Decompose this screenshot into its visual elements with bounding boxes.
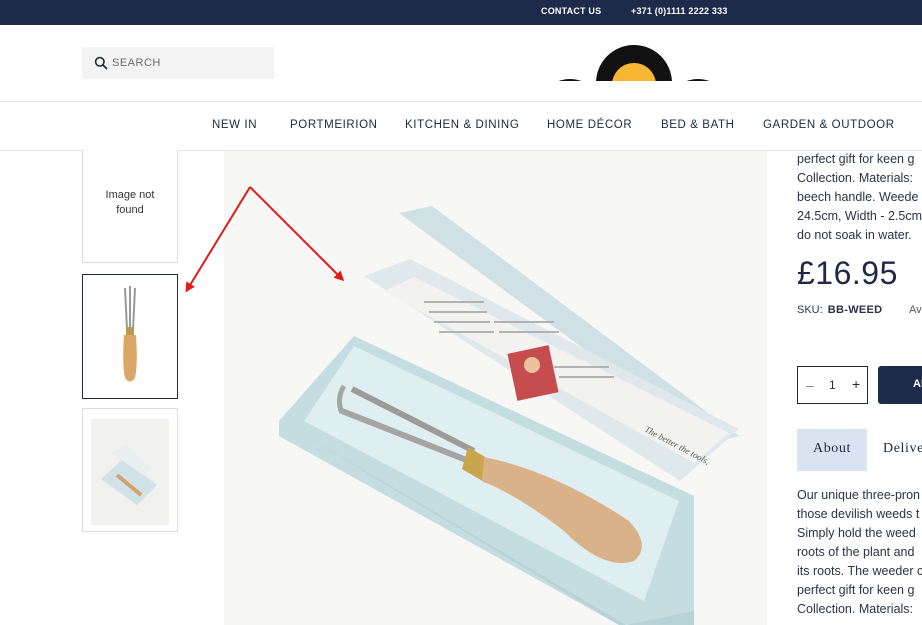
description-line: Collection. Materials: — [797, 602, 914, 616]
search-icon — [94, 56, 108, 70]
product-description-bottom: Our unique three-pron those devilish wee… — [797, 486, 922, 619]
description-line: 24.5cm, Width - 2.5cm — [797, 209, 922, 223]
description-line: Our unique three-pron — [797, 488, 920, 502]
sku-line: SKU: BB-WEED — [797, 304, 882, 316]
sku-label: SKU: — [797, 304, 823, 316]
quantity-value[interactable]: 1 — [829, 378, 836, 392]
description-line: do not soak in water. — [797, 228, 912, 242]
thumbnail-boxed[interactable] — [82, 408, 178, 532]
product-price: £16.95 — [797, 255, 898, 291]
weeder-thumbnail-image — [123, 286, 137, 382]
description-line: Collection. Materials: — [797, 171, 914, 185]
logo-graphic — [558, 45, 710, 81]
nav-item-kitchen-dining[interactable]: KITCHEN & DINING — [405, 119, 519, 131]
description-line: beech handle. Weede — [797, 190, 919, 204]
quantity-decrease-button[interactable]: – — [806, 377, 814, 393]
nav-item-new-in[interactable]: NEW IN — [212, 119, 257, 131]
product-description-top: perfect gift for keen g Collection. Mate… — [797, 150, 922, 245]
nav-item-portmeirion[interactable]: PORTMEIRION — [290, 119, 378, 131]
top-bar: CONTACT US +371 (0)1111 2222 333 — [0, 0, 922, 25]
weeder-gift-box-illustration: The better the tools, — [279, 206, 739, 625]
product-tabs: About Delive — [797, 429, 922, 471]
sku-value: BB-WEED — [827, 304, 883, 316]
description-line: perfect gift for keen g — [797, 583, 915, 597]
phone-number[interactable]: +371 (0)1111 2222 333 — [631, 6, 728, 16]
site-logo[interactable] — [548, 45, 718, 81]
availability-text: Av — [909, 304, 922, 316]
description-line: perfect gift for keen g — [797, 152, 915, 166]
quantity-stepper: – 1 + — [797, 366, 868, 404]
quantity-increase-button[interactable]: + — [852, 376, 860, 392]
tab-about[interactable]: About — [797, 429, 867, 471]
tab-delivery[interactable]: Delive — [883, 429, 922, 471]
description-line: roots of the plant and — [797, 545, 915, 559]
contact-us-link[interactable]: CONTACT US — [541, 6, 601, 16]
nav-item-bed-bath[interactable]: BED & BATH — [661, 119, 735, 131]
search-input[interactable] — [112, 54, 262, 72]
nav-item-garden-outdoor[interactable]: GARDEN & OUTDOOR — [763, 119, 895, 131]
search-box[interactable] — [82, 47, 274, 79]
image-not-found-text: Image not found — [105, 189, 155, 216]
description-line: its roots. The weeder c — [797, 564, 922, 578]
nav-item-home-decor[interactable]: HOME DÉCOR — [547, 119, 632, 131]
add-to-cart-button[interactable]: AD — [878, 366, 922, 404]
description-line: those devilish weeds t — [797, 507, 920, 521]
boxed-thumbnail-image — [91, 419, 169, 525]
main-product-image[interactable]: The better the tools, — [224, 151, 767, 625]
description-line: Simply hold the weed — [797, 526, 916, 540]
thumbnail-missing[interactable]: Image not found — [82, 150, 178, 263]
thumbnail-weeder[interactable] — [82, 274, 178, 399]
main-nav: NEW IN PORTMEIRION KITCHEN & DINING HOME… — [0, 101, 922, 151]
